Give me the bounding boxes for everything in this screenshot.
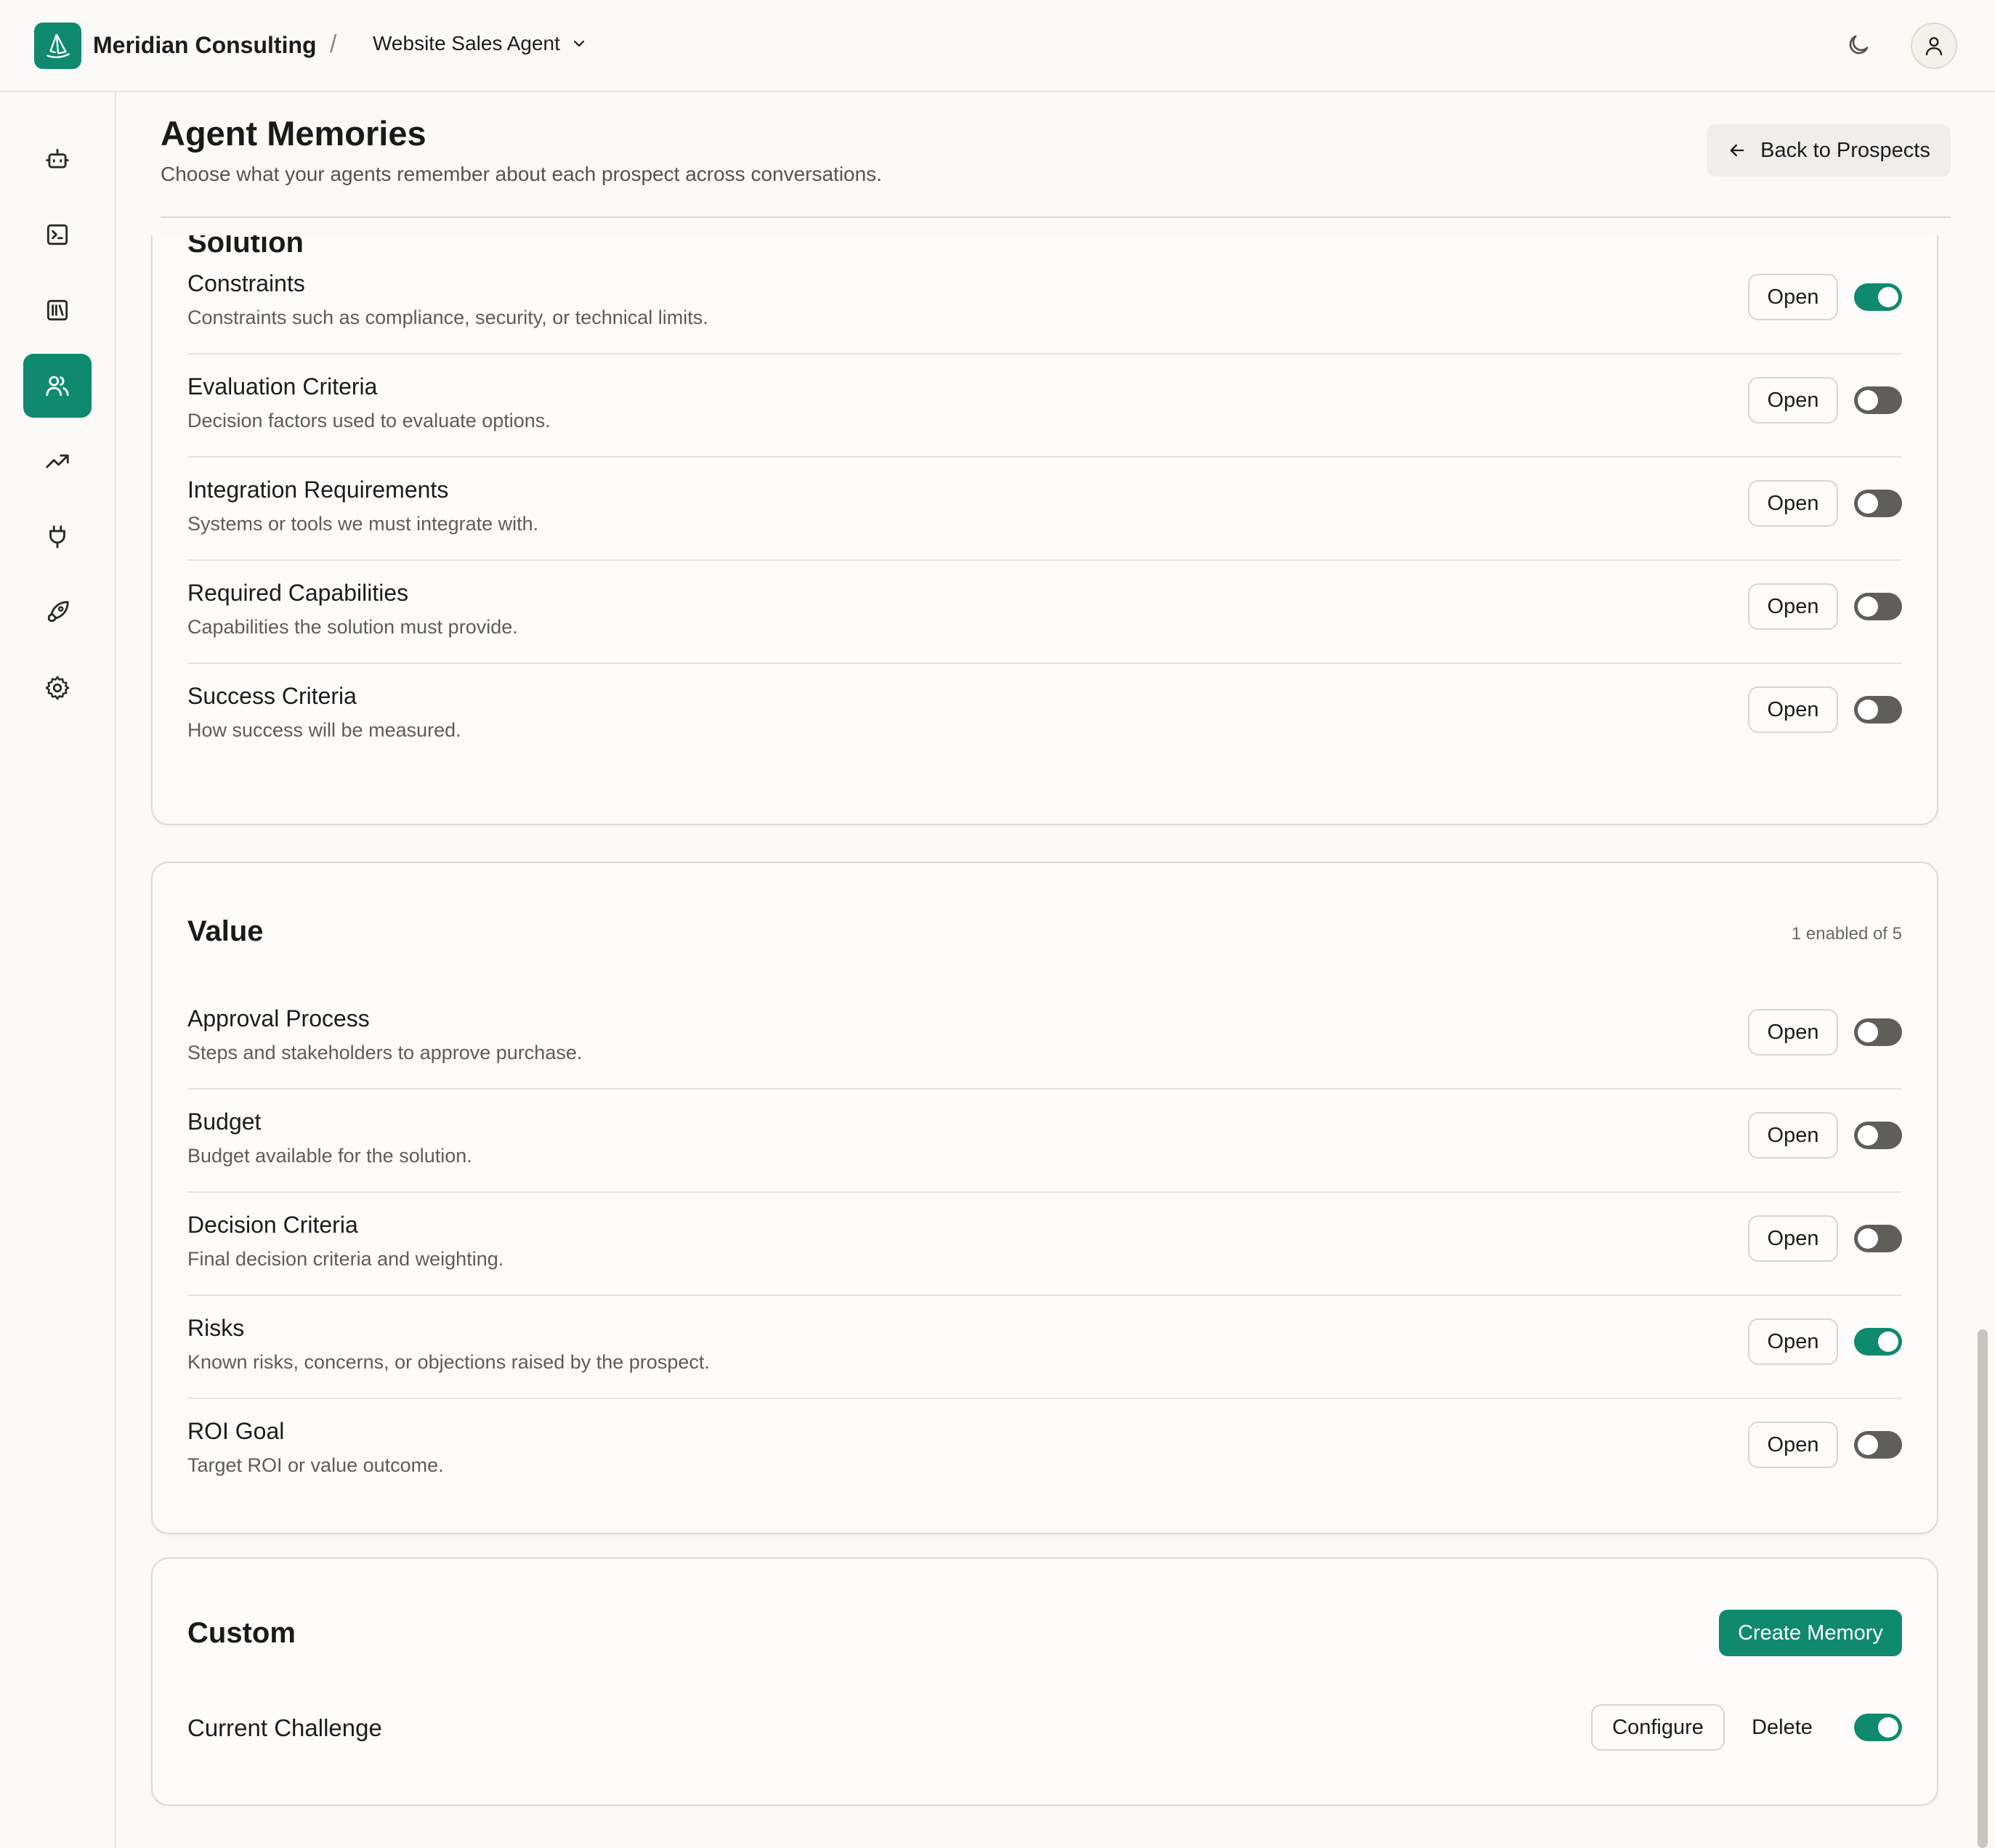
open-button[interactable]: Open (1748, 480, 1838, 527)
memory-row: Success Criteria How success will be mea… (187, 664, 1902, 767)
memory-description: Known risks, concerns, or objections rai… (187, 1351, 710, 1373)
value-card: Value 1 enabled of 5 Approval Process St… (151, 862, 1938, 1534)
moon-icon[interactable] (1845, 32, 1871, 58)
library-icon (46, 299, 68, 321)
open-button[interactable]: Open (1748, 1318, 1838, 1365)
content-area[interactable]: Solution Constraints Constraints such as… (116, 235, 1976, 1848)
memory-description: Final decision criteria and weighting. (187, 1248, 504, 1270)
users-icon (46, 376, 69, 397)
back-button-label: Back to Prospects (1760, 138, 1930, 162)
memory-row: Integration Requirements Systems or tool… (187, 458, 1902, 561)
sidebar-item-agents[interactable] (23, 127, 92, 191)
sidebar-item-prospects[interactable] (23, 354, 92, 418)
sidebar-item-integrations[interactable] (23, 505, 92, 569)
memory-name: Integration Requirements (187, 477, 449, 503)
memory-row: ROI Goal Target ROI or value outcome. Op… (187, 1399, 1902, 1502)
memory-toggle[interactable] (1854, 1018, 1902, 1046)
memory-description: How success will be measured. (187, 719, 461, 741)
memory-toggle[interactable] (1854, 1714, 1902, 1741)
gear-icon (45, 676, 70, 700)
open-button[interactable]: Open (1748, 686, 1838, 733)
memory-toggle[interactable] (1854, 490, 1902, 517)
memory-description: Systems or tools we must integrate with. (187, 513, 539, 535)
memory-description: Constraints such as compliance, security… (187, 307, 708, 328)
memory-name: ROI Goal (187, 1418, 285, 1444)
sidebar-item-library[interactable] (23, 278, 92, 342)
memory-row: Required Capabilities Capabilities the s… (187, 561, 1902, 664)
open-button[interactable]: Open (1748, 274, 1838, 320)
memory-row: Budget Budget available for the solution… (187, 1090, 1902, 1193)
rocket-icon (47, 601, 69, 623)
memory-name: Evaluation Criteria (187, 373, 378, 400)
configure-button[interactable]: Configure (1591, 1704, 1725, 1751)
open-button[interactable]: Open (1748, 377, 1838, 423)
sidebar-item-terminal[interactable] (23, 203, 92, 267)
memory-toggle[interactable] (1854, 386, 1902, 414)
memory-name: Success Criteria (187, 683, 357, 709)
memory-description: Budget available for the solution. (187, 1145, 472, 1167)
agent-selector-label: Website Sales Agent (373, 32, 560, 54)
logo-icon[interactable] (34, 23, 81, 69)
custom-section-title: Custom (187, 1617, 296, 1649)
arrow-left-icon (1730, 144, 1744, 157)
memory-row: Approval Process Steps and stakeholders … (187, 986, 1902, 1090)
memory-name: Risks (187, 1315, 245, 1341)
delete-button[interactable]: Delete (1742, 1704, 1822, 1751)
memory-toggle[interactable] (1854, 1431, 1902, 1459)
breadcrumb-separator: / (330, 31, 337, 58)
create-memory-button[interactable]: Create Memory (1719, 1610, 1902, 1656)
sidebar-item-analytics[interactable] (23, 429, 92, 493)
page-subtitle: Choose what your agents remember about e… (161, 163, 882, 185)
user-avatar[interactable] (1911, 23, 1957, 69)
memory-name: Approval Process (187, 1005, 370, 1032)
memory-row: Constraints Constraints such as complian… (187, 251, 1902, 354)
top-bar: Meridian Consulting / Website Sales Agen… (0, 0, 1995, 92)
sidebar (0, 92, 116, 1848)
open-button[interactable]: Open (1748, 1112, 1838, 1159)
scrollbar[interactable] (1978, 1329, 1988, 1848)
memory-row: Risks Known risks, concerns, or objectio… (187, 1296, 1902, 1399)
chevron-down-icon (573, 40, 584, 47)
memory-toggle[interactable] (1854, 283, 1902, 311)
user-icon (1925, 37, 1943, 56)
memory-description: Steps and stakeholders to approve purcha… (187, 1042, 583, 1063)
enabled-count: 1 enabled of 5 (1791, 924, 1902, 944)
memory-description: Capabilities the solution must provide. (187, 616, 518, 638)
open-button[interactable]: Open (1748, 1422, 1838, 1468)
terminal-icon (46, 224, 68, 246)
memory-toggle[interactable] (1854, 593, 1902, 620)
memory-toggle[interactable] (1854, 1328, 1902, 1355)
memory-description: Target ROI or value outcome. (187, 1454, 444, 1476)
memory-row: Decision Criteria Final decision criteri… (187, 1193, 1902, 1296)
open-button[interactable]: Open (1748, 1009, 1838, 1055)
plug-icon (49, 525, 65, 548)
agent-selector[interactable]: Website Sales Agent (373, 32, 588, 55)
memory-toggle[interactable] (1854, 1122, 1902, 1149)
memory-description: Decision factors used to evaluate option… (187, 410, 551, 431)
memory-name: Required Capabilities (187, 580, 409, 606)
memory-name: Constraints (187, 270, 305, 296)
memory-toggle[interactable] (1854, 1225, 1902, 1252)
memory-name: Current Challenge (187, 1714, 382, 1741)
custom-card: Custom Create Memory Current Challenge C… (151, 1557, 1938, 1806)
custom-memory-row: Current Challenge Configure Delete (187, 1704, 1902, 1751)
value-section-title: Value (187, 915, 264, 947)
sidebar-item-settings[interactable] (23, 656, 92, 720)
memory-name: Budget (187, 1109, 262, 1135)
page-title: Agent Memories (161, 114, 426, 153)
trending-up-icon (46, 454, 69, 469)
back-to-prospects-button[interactable]: Back to Prospects (1707, 124, 1951, 177)
bot-icon (46, 148, 69, 169)
org-name: Meridian Consulting (93, 32, 317, 58)
solution-card: Solution Constraints Constraints such as… (151, 235, 1938, 825)
open-button[interactable]: Open (1748, 583, 1838, 630)
open-button[interactable]: Open (1748, 1215, 1838, 1262)
sidebar-item-deploy[interactable] (23, 580, 92, 644)
memory-row: Evaluation Criteria Decision factors use… (187, 354, 1902, 458)
memory-toggle[interactable] (1854, 696, 1902, 724)
header-divider (161, 216, 1951, 218)
memory-name: Decision Criteria (187, 1212, 358, 1238)
